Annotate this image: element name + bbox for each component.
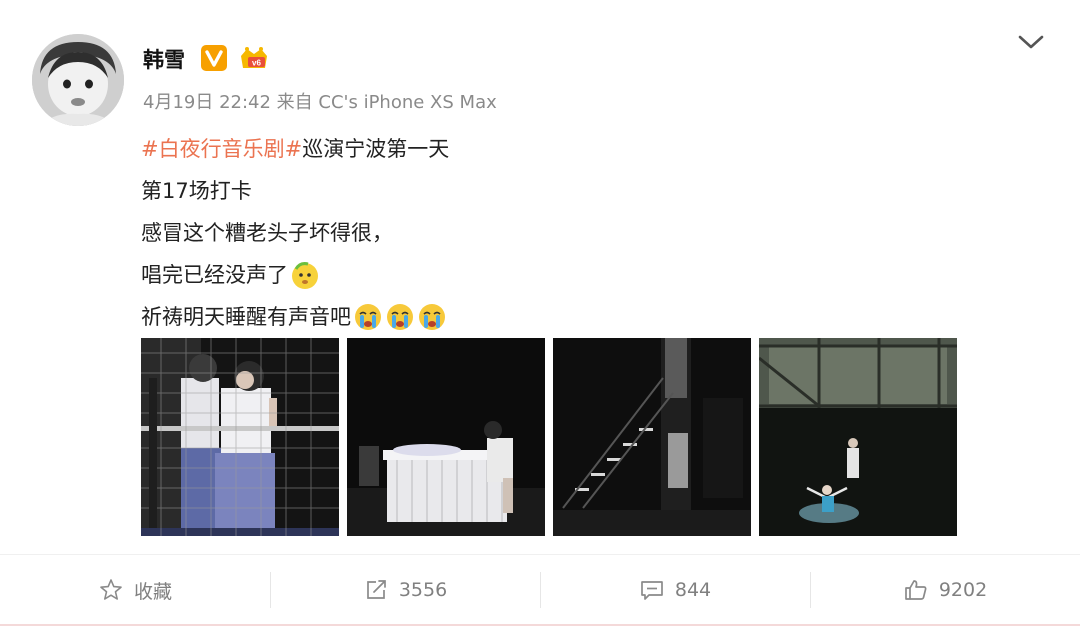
content-line-2: 第17场打卡 (141, 170, 1001, 212)
content-line-1: #白夜行音乐剧# 巡演宁波第一天 (141, 128, 1001, 170)
bottom-border (0, 624, 1080, 626)
svg-text:v6: v6 (252, 59, 261, 68)
star-icon (100, 579, 122, 600)
content-text: 感冒这个糟老头子坏得很， (141, 221, 393, 245)
favorite-button[interactable]: 收藏 (0, 566, 270, 614)
content-text: 唱完已经没声了 (141, 263, 288, 287)
content-line-5: 祈祷明天睡醒有声音吧 (141, 296, 1001, 338)
hashtag-link[interactable]: #白夜行音乐剧# (141, 128, 302, 170)
action-bar-divider (0, 554, 1080, 555)
v-verified-icon (201, 45, 227, 71)
comment-button[interactable]: 844 (540, 566, 810, 614)
thumbs-up-icon (904, 580, 927, 600)
post-content: #白夜行音乐剧# 巡演宁波第一天 第17场打卡 感冒这个糟老头子坏得很， 唱完已… (141, 128, 1001, 338)
content-line-4: 唱完已经没声了 (141, 254, 1001, 296)
crying-emoji-icon (417, 302, 447, 332)
photo-stairs-scene[interactable] (553, 338, 751, 536)
photo-cage-scene[interactable] (141, 338, 339, 536)
weibo-post-card: 韩雪 v6 4月19日 22:42 来自 CC's iPhone XS Max … (0, 0, 1080, 630)
crying-emoji-icon (353, 302, 383, 332)
sick-face-emoji-icon (290, 260, 320, 290)
favorite-label: 收藏 (133, 580, 172, 603)
post-meta: 4月19日 22:42 来自 CC's iPhone XS Max (143, 92, 497, 113)
action-bar: 收藏 3556 844 9202 (0, 566, 1080, 614)
repost-button[interactable]: 3556 (270, 566, 540, 614)
content-text: 巡演宁波第一天 (302, 137, 450, 161)
like-count: 9202 (938, 579, 988, 601)
share-icon (366, 580, 386, 599)
crying-emoji-icon (385, 302, 415, 332)
comment-icon (641, 581, 663, 600)
repost-count: 3556 (398, 579, 448, 601)
content-text: 第17场打卡 (141, 179, 252, 203)
vip-crown-icon[interactable]: v6 (238, 44, 270, 72)
like-button[interactable]: 9202 (810, 566, 1080, 614)
content-line-3: 感冒这个糟老头子坏得很， (141, 212, 1001, 254)
content-text: 祈祷明天睡醒有声音吧 (141, 305, 351, 329)
photo-dancer-scene[interactable] (759, 338, 957, 536)
chevron-down-icon[interactable] (1016, 30, 1046, 54)
avatar[interactable] (32, 34, 124, 126)
username[interactable]: 韩雪 (143, 44, 185, 74)
photo-bed-scene[interactable] (347, 338, 545, 536)
comment-count: 844 (674, 579, 712, 601)
